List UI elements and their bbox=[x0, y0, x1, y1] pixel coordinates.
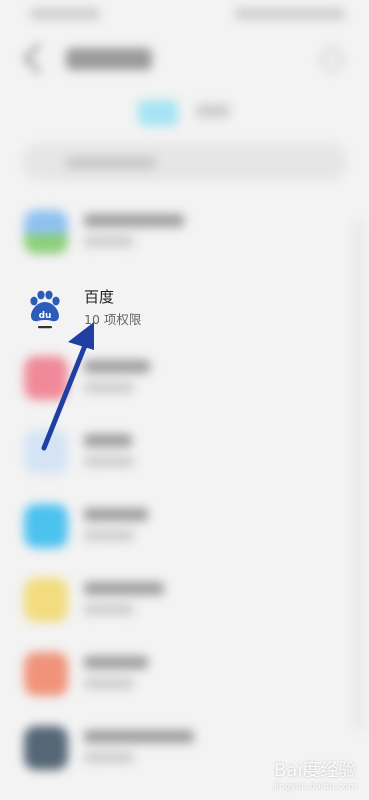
list-item[interactable] bbox=[0, 346, 369, 416]
list-item-title bbox=[84, 434, 132, 447]
app-icon bbox=[24, 726, 68, 770]
tab-bar bbox=[138, 96, 258, 136]
list-item[interactable] bbox=[0, 568, 369, 638]
app-icon bbox=[24, 504, 68, 548]
status-bar-indicators bbox=[235, 8, 345, 20]
app-icon bbox=[24, 430, 68, 474]
list-item-title bbox=[84, 582, 164, 595]
search-placeholder bbox=[66, 157, 156, 169]
list-item-subtitle bbox=[84, 456, 134, 467]
back-icon[interactable] bbox=[23, 43, 54, 74]
app-permission-count: 10 项权限 bbox=[84, 312, 142, 327]
list-item-subtitle bbox=[84, 530, 134, 541]
list-item-title bbox=[84, 656, 148, 669]
app-icon bbox=[24, 652, 68, 696]
app-name: 百度 bbox=[84, 288, 115, 306]
watermark: Bai度经验 jingyan.baidu.com bbox=[274, 756, 357, 792]
app-icon bbox=[24, 356, 68, 400]
watermark-url: jingyan.baidu.com bbox=[273, 782, 357, 792]
status-bar-time bbox=[30, 8, 100, 20]
svg-text:du: du bbox=[39, 311, 52, 321]
list-item-subtitle bbox=[84, 678, 134, 689]
watermark-brand: Bai度经验 bbox=[273, 760, 357, 781]
tab-inactive[interactable] bbox=[196, 104, 230, 118]
title-bar bbox=[0, 34, 369, 84]
baidu-paw-icon: du bbox=[22, 286, 66, 330]
list-item[interactable] bbox=[0, 494, 369, 564]
blurred-background bbox=[0, 0, 369, 800]
list-item-title bbox=[84, 730, 194, 743]
tab-active[interactable] bbox=[138, 100, 178, 126]
list-item-subtitle bbox=[84, 604, 134, 615]
app-icon bbox=[24, 578, 68, 622]
list-item-title bbox=[84, 360, 150, 373]
list-item-title bbox=[84, 508, 148, 521]
app-icon bbox=[24, 210, 68, 254]
list-item-subtitle bbox=[84, 752, 134, 763]
list-item[interactable] bbox=[0, 642, 369, 712]
more-icon[interactable] bbox=[321, 48, 343, 70]
list-item[interactable] bbox=[0, 200, 369, 270]
list-item-subtitle bbox=[84, 382, 134, 393]
status-bar bbox=[0, 4, 369, 26]
page-title bbox=[66, 48, 152, 70]
search-input[interactable] bbox=[22, 143, 347, 181]
list-item-baidu[interactable]: du 百度 10 项权限 bbox=[0, 274, 369, 344]
list-item[interactable] bbox=[0, 420, 369, 490]
list-item-title bbox=[84, 214, 184, 227]
list-item-subtitle bbox=[84, 236, 134, 247]
